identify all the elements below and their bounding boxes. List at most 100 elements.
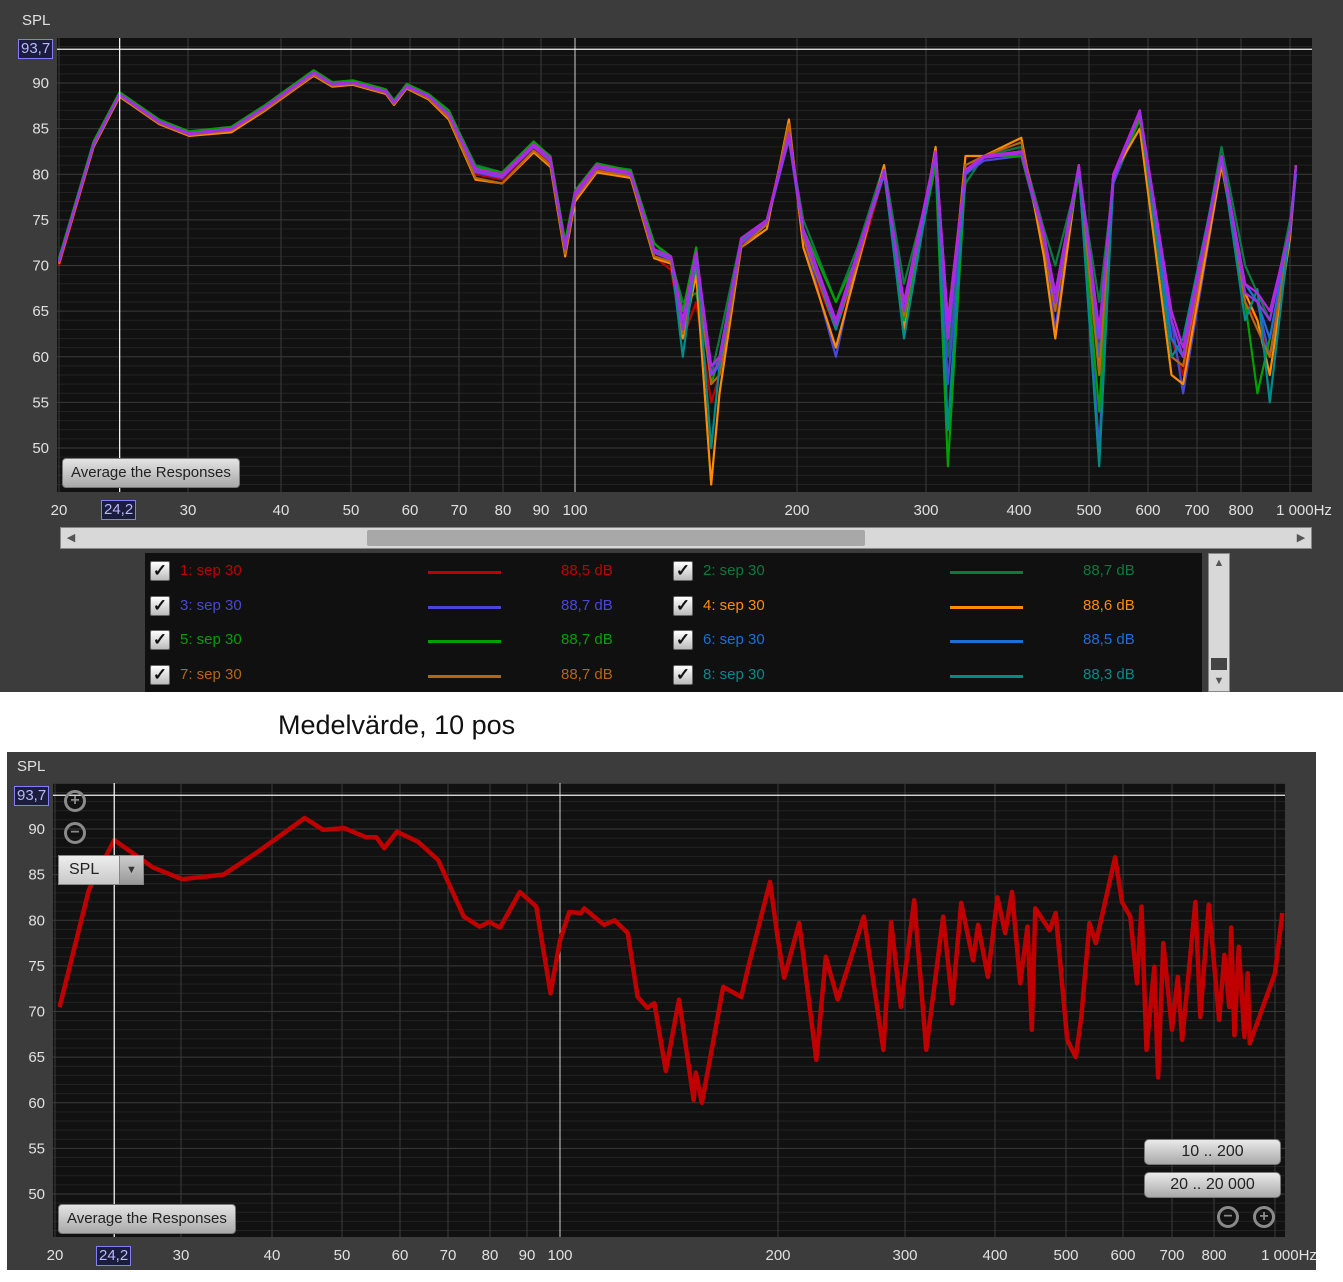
legend-vertical-scrollbar[interactable]: ▲ ▼ [1208,553,1230,692]
scroll-left-arrow-icon[interactable]: ◀ [62,530,80,546]
x-tick-label: 90 [533,502,550,519]
y-axis-label: SPL [17,758,46,775]
legend-line-swatch [950,640,1023,643]
scroll-down-arrow-icon[interactable]: ▼ [1210,673,1228,689]
legend-label: 7: sep 30 [180,665,242,683]
y-tick-label: 50 [28,1186,45,1203]
cursor-x-readout: 24,2 [101,500,137,520]
y-tick-label: 60 [28,1095,45,1112]
legend-value: 88,7 dB [561,665,613,683]
x-tick-label: 500 [1076,502,1101,519]
x-tick-label: 600 [1135,502,1160,519]
legend-item: ✓ 1: sep 30 88,5 dB [150,561,641,585]
x-tick-label: 200 [784,502,809,519]
y-tick-label: 60 [32,349,49,366]
scrollbar-thumb[interactable] [1211,658,1227,670]
y-tick-label: 90 [32,75,49,92]
legend-item: ✓ 2: sep 30 88,7 dB [673,561,1163,585]
x-tick-label: 70 [440,1247,457,1264]
x-tick-label: 300 [892,1247,917,1264]
x-tick-label: 100 [547,1247,572,1264]
checkbox-checked-icon[interactable]: ✓ [150,595,170,616]
x-tick-label: 50 [334,1247,351,1264]
x-tick-label: 30 [173,1247,190,1264]
x-tick-label: 80 [495,502,512,519]
x-tick-label: 200 [765,1247,790,1264]
y-tick-label: 65 [28,1049,45,1066]
y-tick-label: 85 [28,867,45,884]
zoom-in-x-icon[interactable]: + [1253,1206,1275,1228]
average-responses-button[interactable]: Average the Responses [62,458,240,488]
legend-line-swatch [428,571,501,574]
horizontal-scrollbar[interactable]: ◀ ▶ [60,527,1312,549]
y-tick-label: 55 [28,1140,45,1157]
legend-value: 88,3 dB [1083,665,1135,683]
x-tick-label: 20 [51,502,68,519]
scroll-right-arrow-icon[interactable]: ▶ [1292,530,1310,546]
checkbox-checked-icon[interactable]: ✓ [150,664,170,685]
x-tick-label: 80 [482,1247,499,1264]
legend-item: ✓ 7: sep 30 88,7 dB [150,664,641,689]
x-tick-label: 800 [1201,1247,1226,1264]
plot-area [53,783,1285,1237]
x-tick-label: 700 [1184,502,1209,519]
legend-value: 88,7 dB [1083,562,1135,579]
checkbox-checked-icon[interactable]: ✓ [150,561,170,581]
legend-label: 1: sep 30 [180,562,242,579]
x-tick-label: 60 [402,502,419,519]
zoom-out-icon[interactable]: − [64,822,86,844]
chevron-down-icon[interactable]: ▼ [119,856,143,884]
x-tick-label: 50 [343,502,360,519]
legend-label: 4: sep 30 [703,596,765,614]
checkbox-checked-icon[interactable]: ✓ [673,595,693,616]
cursor-x-readout: 24,2 [96,1246,132,1266]
y-tick-label: 50 [32,440,49,457]
caption: Medelvärde, 10 pos [278,710,516,740]
legend-item: ✓ 5: sep 30 88,7 dB [150,630,641,654]
y-tick-label: 70 [28,1004,45,1021]
average-spl-chart[interactable]: 20 30 40 50 60 70 80 90 100 200 300 400 500 600 700 800… [7,752,1316,1270]
legend-panel: ✓ 1: sep 30 88,5 dB ✓ 2: sep 30 88,7 dB ✓ 3: se… [145,553,1202,692]
x-tick-label: 90 [519,1247,536,1264]
dropdown-value: SPL [69,861,100,878]
legend-value: 88,5 dB [1083,631,1135,648]
y-tick-label: 65 [32,303,49,320]
x-tick-label: 400 [982,1247,1007,1264]
legend-label: 8: sep 30 [703,665,765,683]
zoom-in-icon[interactable]: + [64,790,86,812]
zoom-out-x-icon[interactable]: − [1217,1206,1239,1228]
legend-label: 3: sep 30 [180,596,242,614]
y-tick-label: 80 [32,166,49,183]
x-tick-label: 600 [1110,1247,1135,1264]
checkbox-checked-icon[interactable]: ✓ [673,664,693,685]
x-tick-label: 800 [1228,502,1253,519]
legend-label: 5: sep 30 [180,631,242,648]
graph-type-dropdown[interactable]: SPL ▼ [58,855,144,885]
range-20-20000-button[interactable]: 20 .. 20 000 [1144,1172,1281,1198]
average-responses-button[interactable]: Average the Responses [58,1204,236,1234]
range-10-200-button[interactable]: 10 .. 200 [1144,1139,1281,1165]
checkbox-checked-icon[interactable]: ✓ [673,561,693,581]
y-tick-label: 75 [32,212,49,229]
scrollbar-thumb[interactable] [367,530,865,546]
x-tick-label: 40 [273,502,290,519]
scroll-up-arrow-icon[interactable]: ▲ [1210,555,1228,571]
x-tick-label: 500 [1053,1247,1078,1264]
legend-line-swatch [428,640,501,643]
x-tick-label: 30 [180,502,197,519]
legend-item: ✓ 4: sep 30 88,6 dB [673,595,1163,620]
legend-line-swatch [950,674,1023,678]
cursor-y-readout: 93,7 [14,786,50,806]
y-tick-label: 75 [28,958,45,975]
x-tick-label: 300 [913,502,938,519]
bottom-graph-panel: 20 30 40 50 60 70 80 90 100 200 300 400 500 600 700 800… [7,752,1316,1270]
x-tick-label: 40 [264,1247,281,1264]
y-tick-label: 90 [28,821,45,838]
x-tick-label: 70 [451,502,468,519]
checkbox-checked-icon[interactable]: ✓ [150,630,170,650]
y-tick-label: 85 [32,121,49,138]
checkbox-checked-icon[interactable]: ✓ [673,630,693,650]
x-tick-label: 700 [1159,1247,1184,1264]
legend-line-swatch [428,605,501,609]
cursor-y-readout: 93,7 [18,39,54,59]
